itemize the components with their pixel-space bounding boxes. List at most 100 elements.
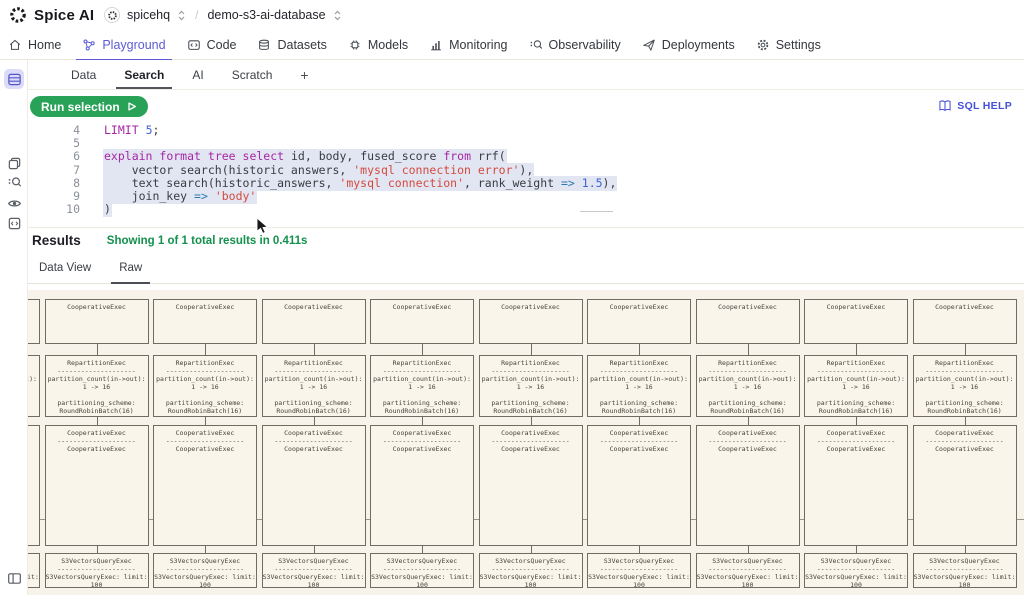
project-name[interactable]: demo-s3-ai-database — [207, 8, 325, 22]
plan-node: S3VectorsQueryExec--------------------S3… — [28, 553, 40, 588]
line-number: 7 — [28, 164, 80, 177]
spice-logo-icon — [8, 5, 28, 25]
results-tabstrip: Data View Raw — [28, 253, 1024, 284]
nav-item-deployments[interactable]: Deployments — [642, 30, 735, 60]
plan-connector — [422, 546, 423, 553]
observability-icon — [529, 38, 543, 52]
plan-connector — [856, 546, 857, 553]
datasets-icon — [257, 38, 271, 52]
results-status: Showing 1 of 1 total results in 0.411s — [107, 235, 308, 247]
line-number: 8 — [28, 177, 80, 190]
tab-search[interactable]: Search — [116, 60, 172, 89]
nav-item-settings[interactable]: Settings — [756, 30, 821, 60]
main-nav: Home Playground Code Datasets — [0, 30, 1024, 60]
breadcrumb: spicehq / demo-s3-ai-database — [104, 4, 342, 26]
plan-node: RepartitionExec--------------------parti… — [587, 355, 691, 417]
tab-label: AI — [192, 68, 203, 82]
notebooks-icon — [7, 156, 22, 171]
plan-node: CooperativeExec — [262, 299, 366, 344]
tab-data[interactable]: Data — [63, 60, 104, 89]
nav-item-home[interactable]: Home — [8, 30, 61, 60]
tab-label: Raw — [119, 262, 142, 274]
nav-label: Models — [368, 38, 408, 52]
plan-node: S3VectorsQueryExec--------------------S3… — [696, 553, 800, 588]
tab-data-view[interactable]: Data View — [31, 253, 99, 283]
plan-node: CooperativeExec — [479, 299, 583, 344]
plan-connector — [748, 546, 749, 553]
editor-tabstrip: Data Search AI Scratch + — [28, 60, 1024, 90]
org-logo-icon — [107, 10, 118, 21]
chevron-updown-icon — [177, 9, 186, 22]
nav-item-monitoring[interactable]: Monitoring — [429, 30, 507, 60]
editor-divider-dash — [580, 211, 613, 212]
code-text: ) — [104, 203, 111, 216]
sidebar-item-datasets-panel[interactable] — [4, 69, 24, 89]
code-text: join_key => 'body' — [104, 190, 256, 203]
nav-label: Home — [28, 38, 61, 52]
plan-node: CooperativeExec — [804, 299, 908, 344]
org-name[interactable]: spicehq — [127, 8, 170, 22]
tab-raw[interactable]: Raw — [111, 253, 150, 283]
sidebar-item-search[interactable] — [4, 172, 24, 192]
run-selection-button[interactable]: Run selection — [30, 96, 148, 117]
project-switcher[interactable] — [333, 9, 342, 22]
plan-node: RepartitionExec--------------------parti… — [153, 355, 257, 417]
nav-item-playground[interactable]: Playground — [82, 30, 165, 60]
plan-connector — [748, 417, 749, 425]
plan-node: CooperativeExec--------------------Coope… — [804, 425, 908, 546]
line-number: 10 — [28, 203, 80, 216]
sidebar-item-code-snippet[interactable] — [4, 213, 24, 233]
code-line[interactable]: 4LIMIT 5; — [28, 124, 1024, 137]
tab-ai[interactable]: AI — [184, 60, 211, 89]
results-title: Results — [32, 233, 81, 248]
org-switcher[interactable] — [177, 9, 186, 22]
plan-node: CooperativeExec — [45, 299, 149, 344]
plan-node: CooperativeExec--------------------Coope… — [45, 425, 149, 546]
deployments-icon — [642, 38, 656, 52]
org-avatar — [104, 7, 120, 23]
nav-label: Playground — [102, 38, 165, 52]
nav-label: Monitoring — [449, 38, 507, 52]
plan-connector — [965, 546, 966, 553]
plan-connector — [314, 344, 315, 355]
nav-item-datasets[interactable]: Datasets — [257, 30, 326, 60]
plan-node: CooperativeExec--------------------Coope… — [696, 425, 800, 546]
settings-icon — [756, 38, 770, 52]
sidebar-panel-toggle[interactable] — [4, 568, 24, 588]
models-icon — [348, 38, 362, 52]
sidebar-item-eye[interactable] — [4, 193, 24, 213]
plan-connector — [97, 546, 98, 553]
code-text: LIMIT 5; — [104, 124, 159, 137]
plan-connector — [639, 344, 640, 355]
plan-connector — [856, 417, 857, 425]
plan-connector — [531, 344, 532, 355]
sidebar-item-notebooks[interactable] — [4, 153, 24, 173]
top-bar: Spice AI spicehq / demo-s3-ai-database — [0, 0, 1024, 30]
plan-node: CooperativeExec--------------------Coope… — [153, 425, 257, 546]
add-tab-button[interactable]: + — [292, 60, 316, 89]
nav-item-code[interactable]: Code — [187, 30, 237, 60]
nav-item-observability[interactable]: Observability — [529, 30, 621, 60]
brand[interactable]: Spice AI — [8, 5, 94, 25]
tab-scratch[interactable]: Scratch — [224, 60, 281, 89]
query-plan-diagram[interactable]: CooperativeExecRepartitionExec----------… — [28, 290, 1024, 595]
plan-connector — [965, 417, 966, 425]
sql-help-link[interactable]: SQL HELP — [938, 99, 1012, 113]
plan-node: S3VectorsQueryExec--------------------S3… — [45, 553, 149, 588]
plan-node: RepartitionExec--------------------parti… — [370, 355, 474, 417]
code-line[interactable]: 10) — [28, 203, 1024, 216]
breadcrumb-separator: / — [193, 8, 200, 22]
nav-label: Settings — [776, 38, 821, 52]
run-selection-label: Run selection — [41, 100, 120, 114]
sql-editor[interactable]: 4LIMIT 5;56explain format tree select id… — [28, 124, 1024, 220]
plan-connector — [639, 546, 640, 553]
plan-connector — [856, 344, 857, 355]
line-number: 6 — [28, 150, 80, 163]
tab-label: Search — [124, 68, 164, 82]
nav-label: Code — [207, 38, 237, 52]
plan-node: CooperativeExec — [913, 299, 1017, 344]
plan-node: CooperativeExec — [28, 299, 40, 344]
code-line[interactable]: 9 join_key => 'body' — [28, 190, 1024, 203]
nav-item-models[interactable]: Models — [348, 30, 408, 60]
sql-help-label: SQL HELP — [957, 100, 1012, 112]
